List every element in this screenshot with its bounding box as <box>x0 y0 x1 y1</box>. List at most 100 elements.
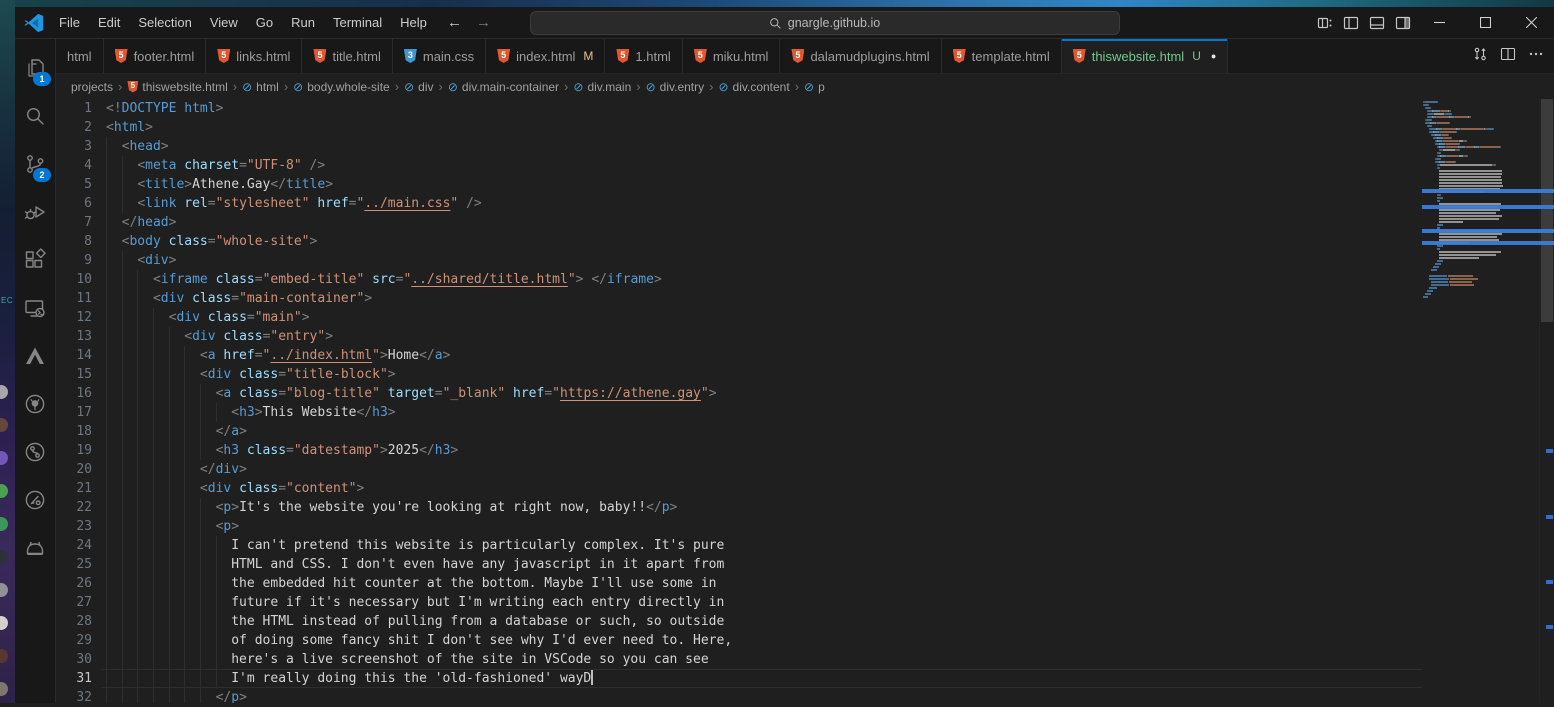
breadcrumb-item-div-main[interactable]: ⊘div.main <box>573 80 631 94</box>
tab-html[interactable]: html <box>56 39 104 73</box>
breadcrumb-label: div <box>418 80 433 94</box>
line-number: 10 <box>56 270 106 289</box>
indent-guide <box>137 403 138 422</box>
menu-file[interactable]: File <box>50 7 89 38</box>
breadcrumb-item-div-content[interactable]: ⊘div.content <box>718 80 789 94</box>
activity-search[interactable] <box>15 92 55 140</box>
menu-run[interactable]: Run <box>282 7 324 38</box>
dirty-indicator-icon: ● <box>1211 51 1216 61</box>
line-number: 30 <box>56 650 106 669</box>
activity-run-debug[interactable] <box>15 188 55 236</box>
tab-main.css[interactable]: 3main.css <box>393 39 486 73</box>
breadcrumb-separator-icon: › <box>709 79 713 94</box>
menu-view[interactable]: View <box>201 7 247 38</box>
minimap-line <box>1500 146 1501 148</box>
indent-guide <box>106 251 107 270</box>
breadcrumb-item-div-entry[interactable]: ⊘div.entry <box>646 80 705 94</box>
close-button[interactable] <box>1508 7 1554 38</box>
minimap-line <box>1456 116 1467 118</box>
indent-guide <box>200 669 201 688</box>
activity-source-control[interactable]: 2 <box>15 140 55 188</box>
minimap-line <box>1428 104 1429 106</box>
tab-links.html[interactable]: 5links.html <box>206 39 302 73</box>
tab-footer.html[interactable]: 5footer.html <box>104 39 207 73</box>
activity-explorer[interactable]: 1 <box>15 44 55 92</box>
scrollbar-thumb[interactable] <box>1541 99 1553 322</box>
minimap-line <box>1439 236 1497 238</box>
menu-selection[interactable]: Selection <box>129 7 200 38</box>
breadcrumb-item-body-whole-site[interactable]: ⊘body.whole-site <box>293 80 390 94</box>
indent-guide <box>153 403 154 422</box>
activity-git-graph[interactable] <box>15 428 55 476</box>
breadcrumb-item-div-main-container[interactable]: ⊘div.main-container <box>448 80 559 94</box>
minimize-button[interactable] <box>1416 7 1462 38</box>
more-actions-button[interactable] <box>1524 44 1548 68</box>
breadcrumb-item-projects[interactable]: projects <box>71 80 113 94</box>
tab-dalamudplugins.html[interactable]: 5dalamudplugins.html <box>780 39 941 73</box>
indent-guide <box>216 403 217 422</box>
git-status-M: M <box>583 49 593 63</box>
indent-guide <box>137 346 138 365</box>
title-bar: FileEditSelectionViewGoRunTerminalHelp ←… <box>15 7 1554 39</box>
gitlens-icon <box>23 488 47 512</box>
toggle-sidebar-button[interactable] <box>1338 10 1364 36</box>
desktop-app-icon <box>0 649 8 663</box>
code-area[interactable]: <!DOCTYPE html><html> <head> <meta chars… <box>106 99 1421 703</box>
menu-go[interactable]: Go <box>247 7 282 38</box>
activity-gitlens[interactable] <box>15 476 55 524</box>
indent-guide <box>184 460 185 479</box>
indent-guide <box>106 194 107 213</box>
desktop-app-icon <box>0 451 8 465</box>
tab-title.html[interactable]: 5title.html <box>302 39 392 73</box>
split-editor-button[interactable] <box>1496 44 1520 68</box>
code-line-9: <div> <box>106 251 1421 270</box>
activity-extensions[interactable] <box>15 236 55 284</box>
breadcrumb-separator-icon: › <box>795 79 799 94</box>
split-editor-icon <box>1500 46 1516 67</box>
line-number: 3 <box>56 137 106 156</box>
minimap-line <box>1439 173 1502 175</box>
minimap-line <box>1451 137 1452 139</box>
open-changes-button[interactable] <box>1468 44 1492 68</box>
menu-edit[interactable]: Edit <box>89 7 129 38</box>
customize-layout-button[interactable] <box>1312 10 1338 36</box>
code-line-18: </a> <box>106 422 1421 441</box>
line-number: 6 <box>56 194 106 213</box>
minimap-line <box>1462 128 1482 130</box>
back-arrow-button[interactable]: ← <box>447 14 462 31</box>
tab-thiswebsite.html[interactable]: 5thiswebsite.htmlU● <box>1062 39 1229 73</box>
line-number-gutter[interactable]: 1234567891011121314151617181920212223242… <box>56 99 106 703</box>
breadcrumb-label: thiswebsite.html <box>142 80 227 94</box>
activity-github[interactable] <box>15 380 55 428</box>
breadcrumb-item-html[interactable]: ⊘html <box>242 80 279 94</box>
activity-godot-tools[interactable] <box>15 524 55 572</box>
html-file-icon: 5 <box>616 49 629 63</box>
toggle-panel-button[interactable] <box>1364 10 1390 36</box>
indent-guide <box>106 441 107 460</box>
minimap-line <box>1437 260 1443 262</box>
breadcrumb-item-thiswebsite-html[interactable]: 5thiswebsite.html <box>127 80 227 94</box>
line-number: 18 <box>56 422 106 441</box>
indent-guide <box>184 574 185 593</box>
minimap-line <box>1434 113 1444 115</box>
indent-guide <box>169 669 170 688</box>
breadcrumb-label: div.main <box>587 80 631 94</box>
breadcrumb-item-p[interactable]: ⊘p <box>804 80 825 94</box>
command-center-search[interactable]: gnargle.github.io <box>530 11 1120 35</box>
minimap-line <box>1449 122 1450 124</box>
minimap-line <box>1495 164 1496 166</box>
activity-a-logo[interactable] <box>15 332 55 380</box>
menu-help[interactable]: Help <box>391 7 436 38</box>
tab-miku.html[interactable]: 5miku.html <box>683 39 781 73</box>
menu-terminal[interactable]: Terminal <box>324 7 391 38</box>
forward-arrow-button[interactable]: → <box>476 14 491 31</box>
indent-guide <box>106 631 107 650</box>
toggle-secondary-sidebar-button[interactable] <box>1390 10 1416 36</box>
tab-1.html[interactable]: 51.html <box>605 39 682 73</box>
tab-template.html[interactable]: 5template.html <box>942 39 1062 73</box>
tab-index.html[interactable]: 5index.htmlM <box>486 39 605 73</box>
breadcrumb-separator-icon: › <box>118 79 122 94</box>
activity-remote-explorer[interactable] <box>15 284 55 332</box>
breadcrumb-item-div[interactable]: ⊘div <box>404 80 433 94</box>
maximize-button[interactable] <box>1462 7 1508 38</box>
